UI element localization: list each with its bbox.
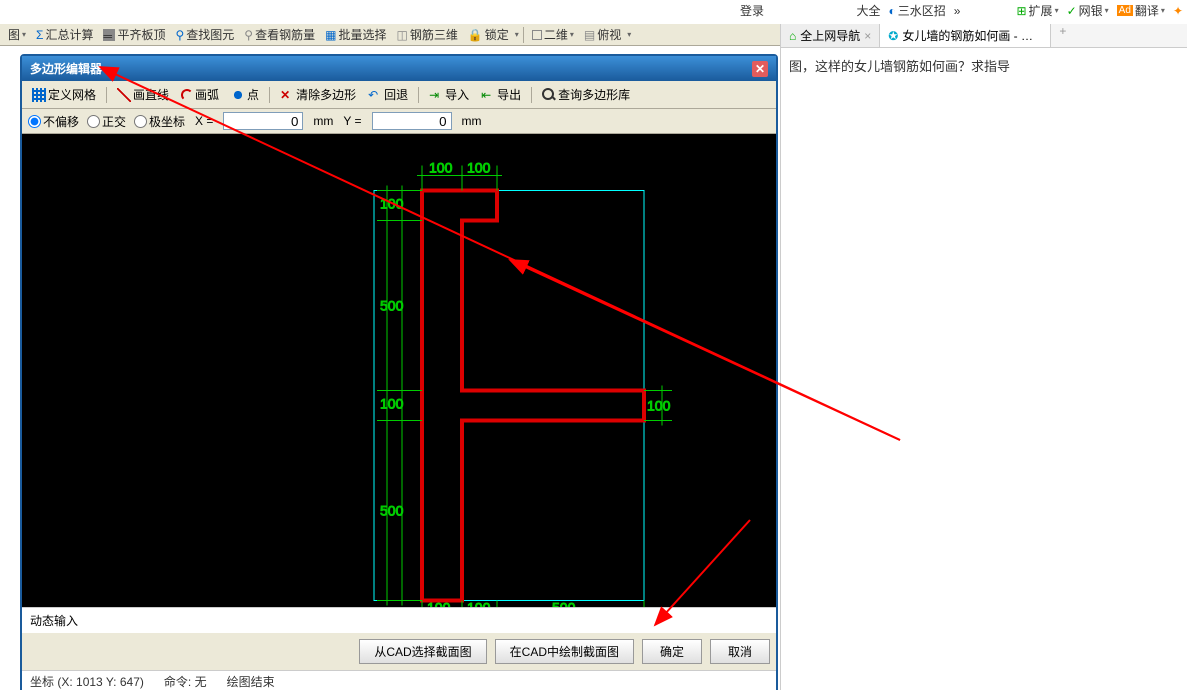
tb-find[interactable]: ⚲查找图元 xyxy=(171,25,238,44)
clear-icon: ✕ xyxy=(280,88,294,102)
point-icon xyxy=(231,88,245,102)
tab-icon: ⌂ xyxy=(789,29,796,43)
draw-line-button[interactable]: 画直线 xyxy=(113,84,173,105)
close-button[interactable]: ✕ xyxy=(752,61,768,77)
close-icon[interactable]: × xyxy=(864,29,871,43)
status-cmd: 命令: 无 xyxy=(164,673,207,690)
menu-expand[interactable]: ⊞扩展▾ xyxy=(1016,2,1058,19)
query-button[interactable]: 查询多边形库 xyxy=(538,84,634,105)
drawing-canvas[interactable]: 100 100 100 500 100 500 xyxy=(22,134,776,607)
tb-batch[interactable]: ▦批量选择 xyxy=(321,25,390,44)
x-label: X = xyxy=(195,114,213,128)
tb-rebar[interactable]: ⚲查看钢筋量 xyxy=(240,25,319,44)
clear-button[interactable]: ✕清除多边形 xyxy=(276,84,360,105)
from-cad-button[interactable]: 从CAD选择截面图 xyxy=(359,639,486,664)
menu-more1[interactable]: » xyxy=(954,2,961,19)
search-icon xyxy=(542,88,556,102)
undo-icon: ↶ xyxy=(368,88,382,102)
svg-text:100: 100 xyxy=(647,398,671,414)
tb-align[interactable]: ═平齐板顶 xyxy=(99,25,169,44)
define-grid-button[interactable]: 定义网格 xyxy=(28,84,100,105)
browser-tab-1[interactable]: ⌂ 全上网导航 × xyxy=(781,24,880,47)
line-icon xyxy=(117,88,131,102)
tb-3d[interactable]: ◫钢筋三维 xyxy=(392,25,461,44)
svg-text:100: 100 xyxy=(427,600,451,608)
tb-summary[interactable]: Σ汇总计算 xyxy=(32,25,97,44)
tb-2d[interactable]: 二维▾ xyxy=(528,25,578,44)
radio-no-offset[interactable]: 不偏移 xyxy=(28,113,79,130)
svg-text:100: 100 xyxy=(467,600,491,608)
radio-polar[interactable]: 极坐标 xyxy=(134,113,185,130)
grid-icon xyxy=(32,88,46,102)
y-label: Y = xyxy=(343,114,361,128)
in-cad-button[interactable]: 在CAD中绘制截面图 xyxy=(495,639,634,664)
status-draw: 绘图结束 xyxy=(227,673,275,690)
point-button[interactable]: 点 xyxy=(227,84,263,105)
dialog-title: 多边形编辑器 xyxy=(30,60,102,77)
menu-daquan[interactable]: 大全 xyxy=(857,2,881,19)
login-label[interactable]: 登录 xyxy=(740,2,764,19)
import-button[interactable]: ⇥导入 xyxy=(425,84,473,105)
page-question: 图，这样的女儿墙钢筋如何画？求指导 xyxy=(781,48,1187,83)
svg-text:100: 100 xyxy=(429,160,453,176)
svg-text:500: 500 xyxy=(552,600,576,608)
svg-text:100: 100 xyxy=(467,160,491,176)
menu-wangyin[interactable]: ✓网银▾ xyxy=(1067,2,1109,19)
cancel-button[interactable]: 取消 xyxy=(710,639,770,664)
unit-label-2: mm xyxy=(462,114,482,128)
unit-label: mm xyxy=(313,114,333,128)
ok-button[interactable]: 确定 xyxy=(642,639,702,664)
menu-more2[interactable]: ✦ xyxy=(1173,2,1183,19)
svg-text:100: 100 xyxy=(380,396,404,412)
y-input[interactable] xyxy=(372,112,452,130)
import-icon: ⇥ xyxy=(429,88,443,102)
draw-arc-button[interactable]: 画弧 xyxy=(177,84,223,105)
add-tab-button[interactable]: + xyxy=(1051,24,1074,47)
svg-text:500: 500 xyxy=(380,298,404,314)
export-icon: ⇤ xyxy=(481,88,495,102)
menu-sanshuiqu[interactable]: ◐三水区招 xyxy=(889,2,946,19)
radio-ortho[interactable]: 正交 xyxy=(87,113,126,130)
tab-icon: ✪ xyxy=(888,29,898,43)
tb-draw[interactable]: 图▾ xyxy=(4,25,30,44)
svg-text:100: 100 xyxy=(380,196,404,212)
arc-icon xyxy=(181,89,193,101)
svg-text:500: 500 xyxy=(380,503,404,519)
status-coord: 坐标 (X: 1013 Y: 647) xyxy=(30,673,144,690)
tb-lock[interactable]: 🔒锁定 xyxy=(464,25,513,44)
undo-button[interactable]: ↶回退 xyxy=(364,84,412,105)
dynamic-input-label: 动态输入 xyxy=(22,607,776,633)
tb-pan[interactable]: ▤俯视 xyxy=(580,25,625,44)
export-button[interactable]: ⇤导出 xyxy=(477,84,525,105)
menu-fanyi[interactable]: Ad翻译▾ xyxy=(1117,2,1165,19)
x-input[interactable] xyxy=(223,112,303,130)
browser-tab-2[interactable]: ✪ 女儿墙的钢筋如何画 - 广联达服 xyxy=(880,24,1051,47)
